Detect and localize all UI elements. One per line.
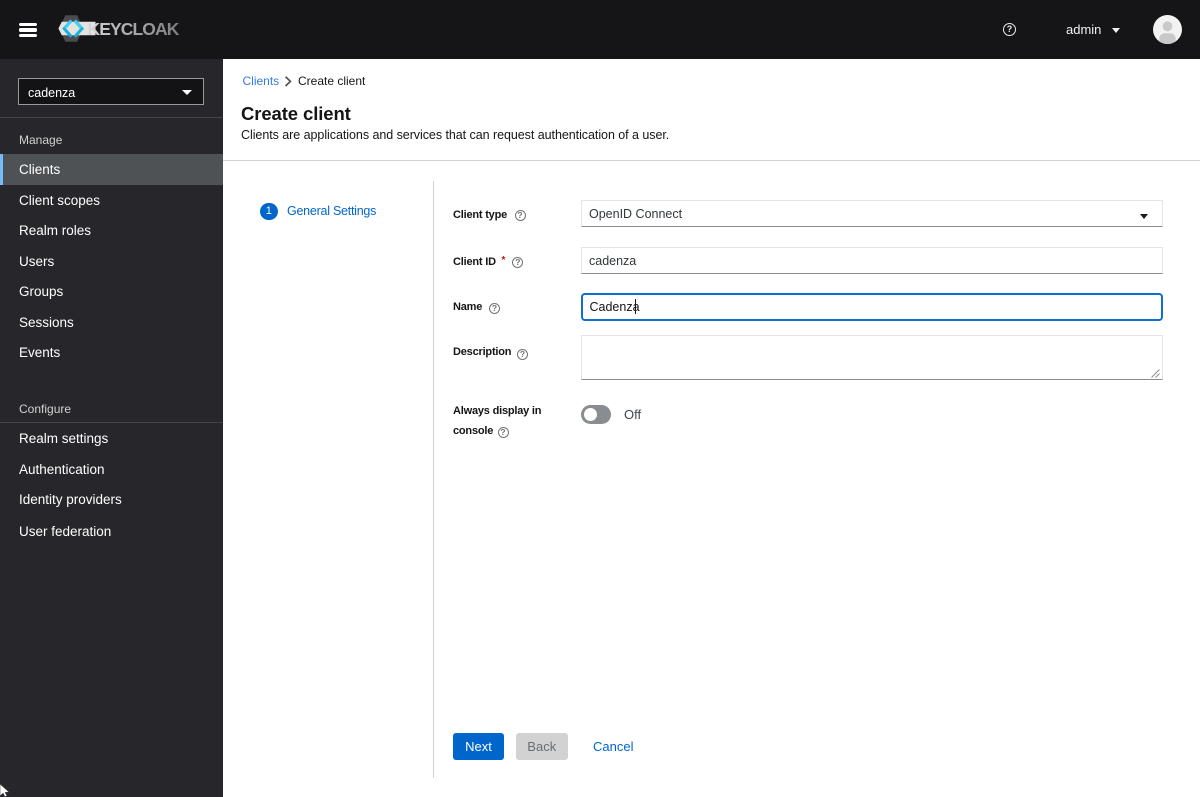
svg-text:KEYCLOAK: KEYCLOAK bbox=[88, 19, 180, 39]
